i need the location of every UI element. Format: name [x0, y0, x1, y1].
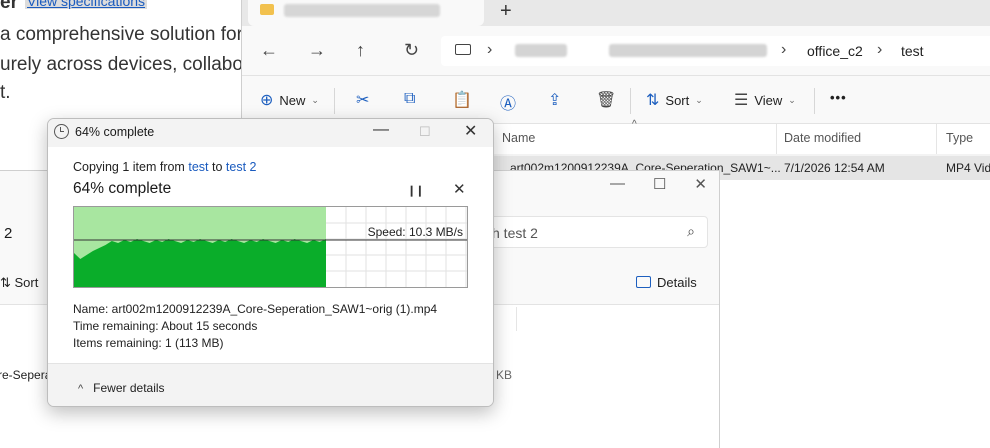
list-view-icon: ☰ — [734, 92, 749, 109]
plus-icon[interactable]: + — [500, 0, 512, 22]
progress-status: 64% complete — [73, 180, 172, 197]
transfer-details: Name: art002m1200912239A_Core-Seperation… — [73, 301, 437, 352]
copy-description: Copying 1 item from test to test 2 — [73, 160, 257, 174]
details-pane-button[interactable]: Details — [636, 275, 697, 290]
chevron-right-icon: › — [781, 41, 787, 58]
speed-area — [74, 239, 326, 287]
dialog-body: Copying 1 item from test to test 2 64% c… — [48, 147, 493, 363]
column-header-date-modified[interactable]: Date modified — [784, 131, 861, 145]
breadcrumb-test[interactable]: test — [901, 43, 924, 59]
page-text-line-2: urely across devices, collabo — [0, 54, 243, 75]
close-icon[interactable]: ✕ — [694, 175, 707, 193]
column-header-name[interactable]: Name — [502, 131, 535, 145]
rename-icon: Ⓐ — [500, 96, 517, 113]
fewer-details-button[interactable]: ^ Fewer details — [78, 381, 165, 395]
sort-button[interactable]: ⇅ Sort — [0, 275, 38, 291]
divider — [814, 88, 815, 114]
minimize-icon[interactable]: — — [610, 175, 625, 193]
column-divider[interactable] — [936, 124, 937, 154]
transfer-speed-graph: Speed: 10.3 MB/s — [73, 206, 468, 288]
more-options-button[interactable]: ••• — [830, 90, 847, 105]
up-arrow-icon[interactable]: ↑ — [356, 40, 365, 60]
sort-ascending-icon: ^ — [632, 119, 637, 130]
file-name-fragment[interactable]: re-Sepera — [0, 368, 51, 382]
share-icon: ⇪ — [548, 92, 562, 109]
redacted-tab-title — [284, 4, 440, 17]
monitor-icon — [455, 44, 471, 55]
details-pane-icon — [636, 276, 651, 288]
cut-button[interactable]: ✂ — [356, 90, 369, 110]
breadcrumb-office-c2[interactable]: office_c2 — [807, 43, 863, 59]
share-button[interactable]: ⇪ — [548, 90, 561, 110]
back-arrow-icon[interactable]: ← — [260, 40, 278, 60]
clock-icon — [54, 124, 69, 139]
view-button[interactable]: ☰ View ⌄ — [734, 90, 796, 110]
dialog-title: 64% complete — [75, 125, 155, 139]
file-name-line: Name: art002m1200912239A_Core-Seperation… — [73, 302, 438, 316]
chevron-down-icon: ⌄ — [788, 94, 796, 105]
clipboard-icon: 📋 — [452, 92, 472, 109]
minimize-icon[interactable]: — — [373, 121, 389, 139]
delete-button[interactable]: 🗑 — [596, 90, 616, 110]
page-heading-fragment: er — [0, 0, 18, 13]
chevron-right-icon: › — [877, 41, 883, 58]
chevron-down-icon: ⌄ — [695, 94, 703, 105]
forward-arrow-icon[interactable]: → — [308, 40, 326, 60]
maximize-icon: ☐ — [419, 124, 431, 139]
chevron-down-icon: ⌄ — [311, 94, 319, 105]
redacted-crumb-2[interactable] — [609, 44, 767, 57]
explorer-tab[interactable] — [248, 0, 484, 26]
refresh-icon[interactable]: ↻ — [404, 40, 419, 60]
tab-bar: + — [242, 0, 990, 26]
maximize-icon[interactable]: ☐ — [653, 175, 666, 193]
dialog-title-bar: 64% complete — ☐ ✕ — [48, 119, 493, 147]
type-cell: MP4 Vid — [946, 161, 990, 175]
rename-button[interactable]: Ⓐ — [500, 90, 516, 114]
column-divider[interactable] — [516, 307, 517, 331]
paste-button[interactable]: 📋 — [452, 90, 472, 110]
dialog-footer: ^ Fewer details — [48, 363, 493, 406]
chevron-right-icon: › — [487, 41, 493, 58]
cancel-icon[interactable]: ✕ — [453, 180, 466, 198]
sort-button[interactable]: ⇅ Sort ⌄ — [646, 90, 703, 110]
source-folder-link[interactable]: test — [188, 160, 208, 174]
file-size-fragment: KB — [496, 368, 513, 382]
speed-readout: Speed: 10.3 MB/s — [367, 225, 463, 239]
date-modified-cell: 7/1/2026 12:54 AM — [784, 161, 885, 175]
view-specifications-link[interactable]: View specifications — [25, 0, 148, 9]
plus-circle-icon: ⊕ — [260, 92, 274, 109]
search-input[interactable]: ch test 2 ⌕ — [480, 216, 708, 248]
column-header-type[interactable]: Type — [946, 131, 973, 145]
time-remaining-line: Time remaining: About 15 seconds — [73, 319, 258, 333]
page-text-line-3: t. — [0, 82, 11, 103]
command-bar: ⊕ New ⌄ ✂ ⧉ 📋 Ⓐ ⇪ 🗑 ⇅ Sort ⌄ ☰ View ⌄ ••… — [242, 76, 990, 124]
divider — [630, 88, 631, 114]
destination-folder-link[interactable]: test 2 — [226, 160, 257, 174]
address-fragment[interactable]: 2 — [4, 225, 12, 242]
scissors-icon: ✂ — [356, 92, 370, 109]
sort-icon: ⇅ — [0, 275, 15, 290]
copy-progress-dialog: 64% complete — ☐ ✕ Copying 1 item from t… — [47, 118, 494, 407]
sort-icon: ⇅ — [646, 92, 660, 109]
speed-graph-svg — [74, 207, 467, 287]
address-bar[interactable]: › › office_c2 › test — [441, 36, 990, 66]
new-button[interactable]: ⊕ New ⌄ — [260, 90, 319, 110]
redacted-crumb-1[interactable] — [515, 44, 567, 57]
copy-button[interactable]: ⧉ — [404, 90, 415, 108]
chevron-up-icon: ^ — [78, 383, 84, 395]
column-divider[interactable] — [776, 124, 777, 154]
pause-icon[interactable]: ❙❙ — [407, 184, 424, 197]
folder-icon — [260, 4, 274, 15]
copy-icon: ⧉ — [404, 90, 416, 107]
search-icon: ⌕ — [687, 223, 695, 239]
divider — [334, 88, 335, 114]
window-controls: — ☐ ✕ — [610, 175, 707, 193]
trash-icon: 🗑 — [596, 92, 617, 109]
items-remaining-line: Items remaining: 1 (113 MB) — [73, 336, 224, 350]
page-text-line-1: a comprehensive solution for — [0, 24, 243, 45]
close-icon[interactable]: ✕ — [464, 121, 477, 141]
